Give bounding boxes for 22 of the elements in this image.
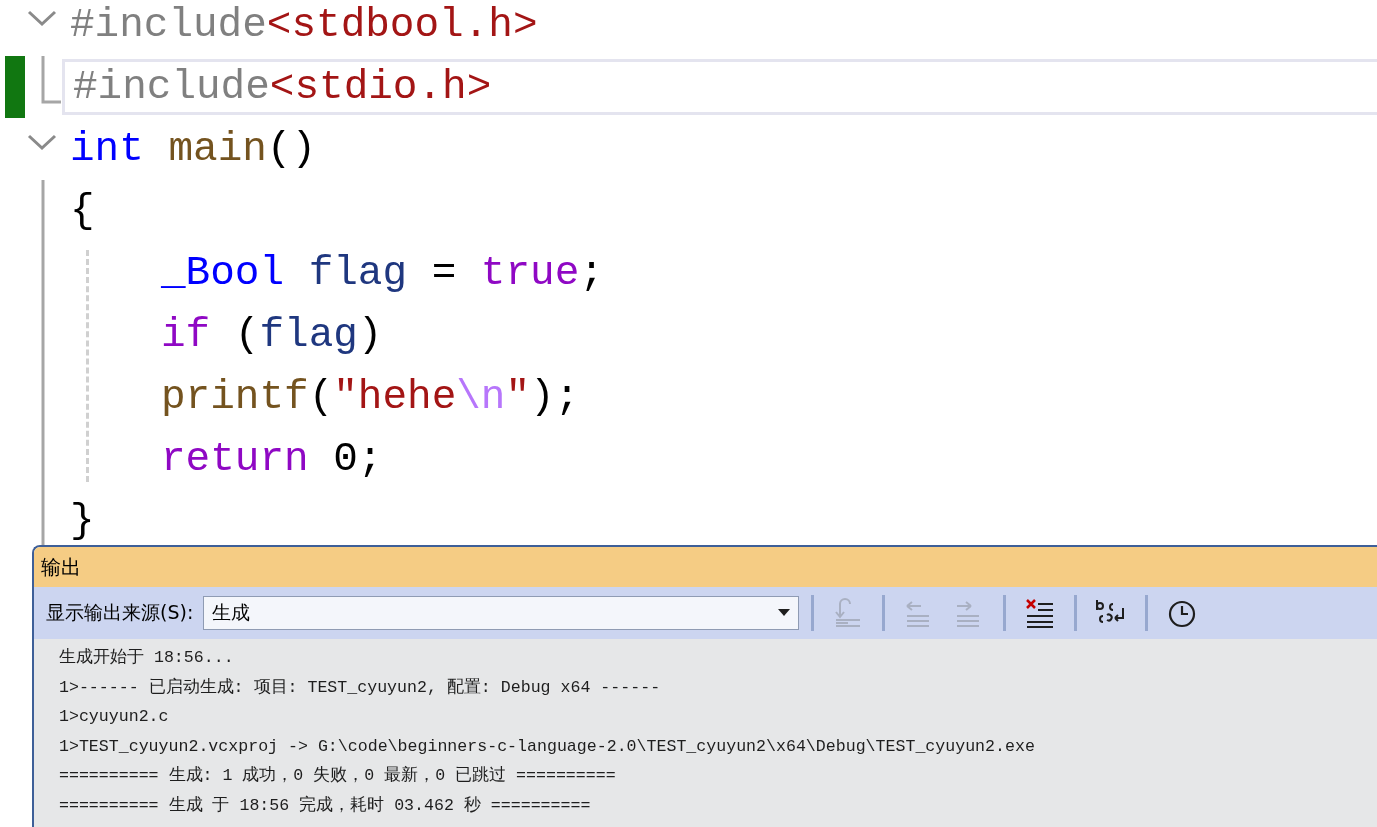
code-line: #include<stdbool.h>: [69, 1, 539, 50]
caret-icon: [778, 609, 791, 617]
output-line: 1>cyuyun2.c: [59, 706, 170, 728]
output-line: 生成开始于 18:56...: [59, 647, 235, 669]
code-line: _Bool flag = true;: [160, 249, 605, 298]
output-line: 1>------ 已启动生成: 项目: TEST_cyuyun2, 配置: Debug x64 ------: [59, 676, 662, 699]
output-line: ========== 生成 于 18:56 完成，耗时 03.462 秒 ==========: [59, 794, 592, 817]
output-line: ========== 生成: 1 成功，0 失败，0 最新，0 已跳过 ==========: [59, 765, 617, 787]
code-line: }: [69, 497, 96, 545]
fold-end-line: [41, 56, 61, 104]
source-dropdown[interactable]: 生成: [203, 596, 800, 630]
code-line: printf("hehe\n");: [160, 373, 581, 422]
source-label: 显示输出来源(S):: [46, 600, 194, 625]
collapse-icon[interactable]: [28, 10, 56, 27]
code-line: {: [69, 187, 96, 236]
code-line: int main(): [69, 125, 318, 174]
output-line: 1>TEST_cyuyun2.vcxproj -> G:\code\beginners-c-language-2.0\TEST_cyuyun2\x64\Debug\TEST_cyuyun2.exe: [59, 735, 1036, 758]
collapse-icon[interactable]: [28, 134, 56, 151]
code-line: #include<stdio.h>: [62, 59, 1377, 115]
code-line: return 0;: [160, 435, 384, 484]
panel-title: 输出: [41, 553, 81, 581]
code-line: if (flag): [160, 311, 384, 360]
